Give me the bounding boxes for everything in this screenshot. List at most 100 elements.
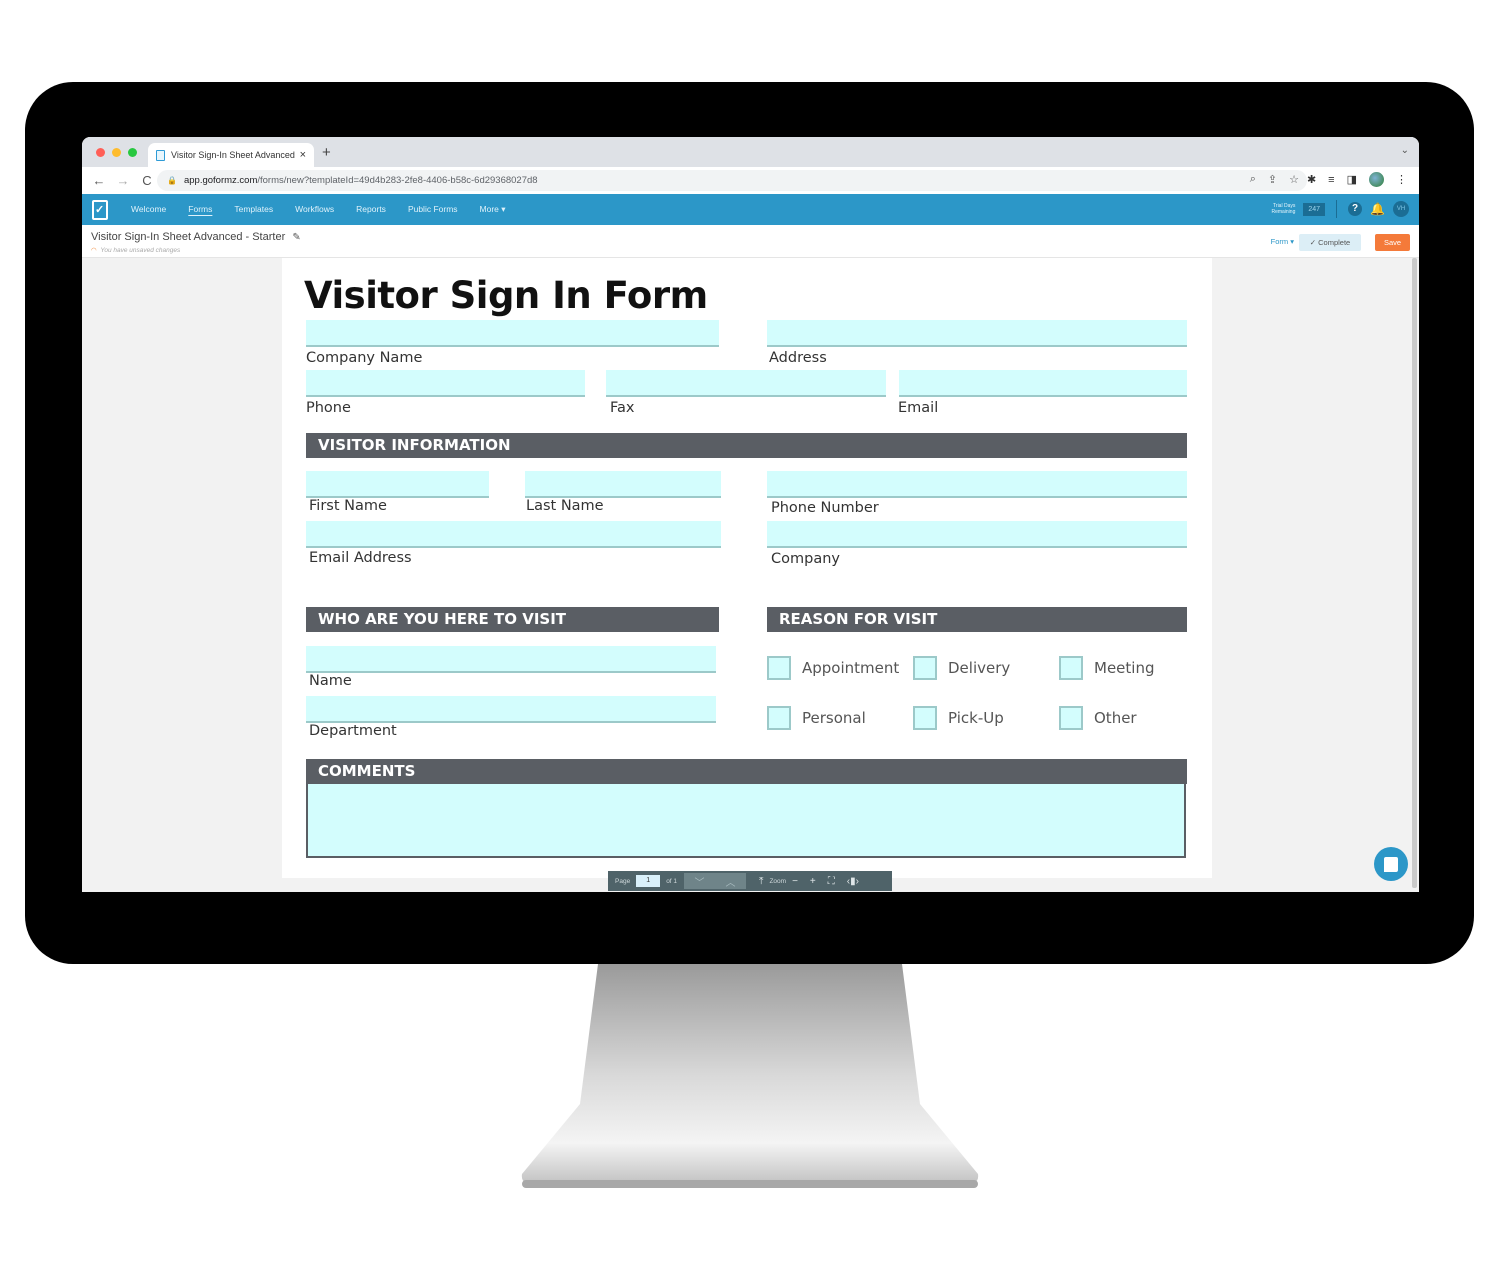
monitor-stand [521,964,979,1188]
last-name-input[interactable] [525,471,721,498]
tab-search-chevron-icon[interactable]: ⌄ [1401,145,1409,156]
phone-number-label: Phone Number [771,500,879,516]
nav-forms[interactable]: Forms [188,204,212,215]
address-input[interactable] [767,320,1187,347]
first-name-input[interactable] [306,471,489,498]
minimize-window-button[interactable] [112,148,121,157]
edit-pencil-icon[interactable]: ✎ [292,232,300,243]
zoom-in-button[interactable]: + [810,876,816,887]
form-favicon-icon [156,149,165,161]
notifications-bell-icon[interactable]: 🔔 [1370,202,1385,216]
other-checkbox[interactable] [1059,706,1083,730]
url-host: app.goformz.com [183,175,258,186]
close-window-button[interactable] [96,148,105,157]
zoom-out-button[interactable]: − [792,876,798,887]
company-input[interactable] [767,521,1187,548]
unsaved-spinner-icon: ◠ [91,247,97,254]
meeting-checkbox[interactable] [1059,656,1083,680]
prev-page-chevron-up-icon[interactable]: ︿ [726,874,736,889]
other-label: Other [1094,709,1137,727]
trial-label-line2: Remaining [1271,209,1296,215]
department-input[interactable] [306,696,716,723]
personal-checkbox[interactable] [767,706,791,730]
email-address-input[interactable] [306,521,721,548]
new-tab-button[interactable]: + [322,144,331,161]
forward-button[interactable]: → [116,173,130,188]
comments-textarea[interactable] [306,784,1186,858]
email-input[interactable] [899,370,1187,397]
url-input[interactable]: 🔒 app.goformz.com /forms/new?templateId=… [157,170,1307,191]
zoom-icon[interactable]: ⌕ [1250,173,1256,186]
visitor-information-header: VISITOR INFORMATION [306,433,1187,458]
form-title: Visitor Sign In Form [304,274,708,317]
phone-label: Phone [306,400,351,416]
appointment-checkbox[interactable] [767,656,791,680]
browser-tab[interactable]: Visitor Sign-In Sheet Advanced × [148,143,314,167]
nav-welcome[interactable]: Welcome [131,204,166,215]
fit-width-icon[interactable]: ‹▮› [847,876,859,887]
page-scrollbar[interactable] [1412,258,1417,888]
phone-input[interactable] [306,370,585,397]
save-button[interactable]: Save [1375,234,1410,251]
nav-divider [1336,200,1338,218]
page-count: of 1 [666,877,678,885]
page-nav-arrows: ﹀ ︿ [684,873,747,889]
first-name-label: First Name [309,498,387,514]
help-icon[interactable]: ? [1348,202,1363,216]
form-page: Visitor Sign In Form Company Name Addres… [282,258,1212,878]
fit-page-icon[interactable]: ⛶ [828,876,835,887]
browser-menu-icon[interactable]: ⋮ [1396,173,1407,186]
page-label: Page [615,877,631,885]
chat-support-button[interactable] [1374,847,1408,881]
address-label: Address [769,350,827,366]
company-name-label: Company Name [306,350,423,366]
phone-number-input[interactable] [767,471,1187,498]
reload-button[interactable]: C [140,173,154,188]
reading-list-icon[interactable]: ≡ [1328,174,1334,186]
form-view-dropdown[interactable]: Form ▾ [1271,237,1294,246]
document-title-text: Visitor Sign-In Sheet Advanced - Starter [91,231,286,243]
share-icon[interactable]: ⇪ [1268,173,1277,186]
delivery-checkbox[interactable] [913,656,937,680]
pick-up-checkbox[interactable] [913,706,937,730]
nav-more-dropdown[interactable]: More ▾ [480,204,506,215]
zoom-label: Zoom [769,877,787,885]
browser-window: Visitor Sign-In Sheet Advanced × + ⌄ ← →… [82,137,1419,892]
company-name-input[interactable] [306,320,719,347]
nav-workflows[interactable]: Workflows [295,204,334,215]
close-tab-icon[interactable]: × [300,149,306,161]
bookmark-star-icon[interactable]: ☆ [1289,173,1299,186]
side-panel-icon[interactable]: ◨ [1347,173,1357,186]
nav-templates[interactable]: Templates [234,204,273,215]
unsaved-text: You have unsaved changes [100,247,181,254]
profile-avatar[interactable] [1369,172,1384,187]
fax-label: Fax [610,400,635,416]
nav-public-forms[interactable]: Public Forms [408,204,458,215]
nav-reports[interactable]: Reports [356,204,386,215]
lock-icon: 🔒 [167,176,177,185]
form-header: Visitor Sign-In Sheet Advanced - Starter… [82,225,1419,258]
go-to-top-icon[interactable]: ⤒ [759,876,763,887]
complete-button[interactable]: ✓ Complete [1299,234,1361,251]
last-name-label: Last Name [526,498,604,514]
back-button[interactable]: ← [92,173,106,188]
reason-for-visit-header: REASON FOR VISIT [767,607,1187,632]
next-page-chevron-down-icon[interactable]: ﹀ [695,874,705,889]
tab-title: Visitor Sign-In Sheet Advanced [171,150,295,160]
user-avatar[interactable]: VH [1393,201,1409,217]
page-number-input[interactable]: 1 [636,875,661,887]
visit-name-input[interactable] [306,646,716,673]
chat-bubble-icon [1384,856,1398,872]
extensions-puzzle-icon[interactable]: ✱ [1307,173,1316,186]
meeting-label: Meeting [1094,659,1155,677]
email-address-label: Email Address [309,550,412,566]
company-label: Company [771,551,840,567]
email-label: Email [898,400,939,416]
goformz-logo-icon[interactable] [92,199,108,220]
maximize-window-button[interactable] [128,148,137,157]
fax-input[interactable] [606,370,886,397]
address-bar-row: ← → C 🔒 app.goformz.com /forms/new?templ… [82,167,1419,194]
trial-days-badge: 247 [1303,202,1326,216]
visit-name-label: Name [309,673,352,689]
delivery-label: Delivery [948,659,1011,677]
